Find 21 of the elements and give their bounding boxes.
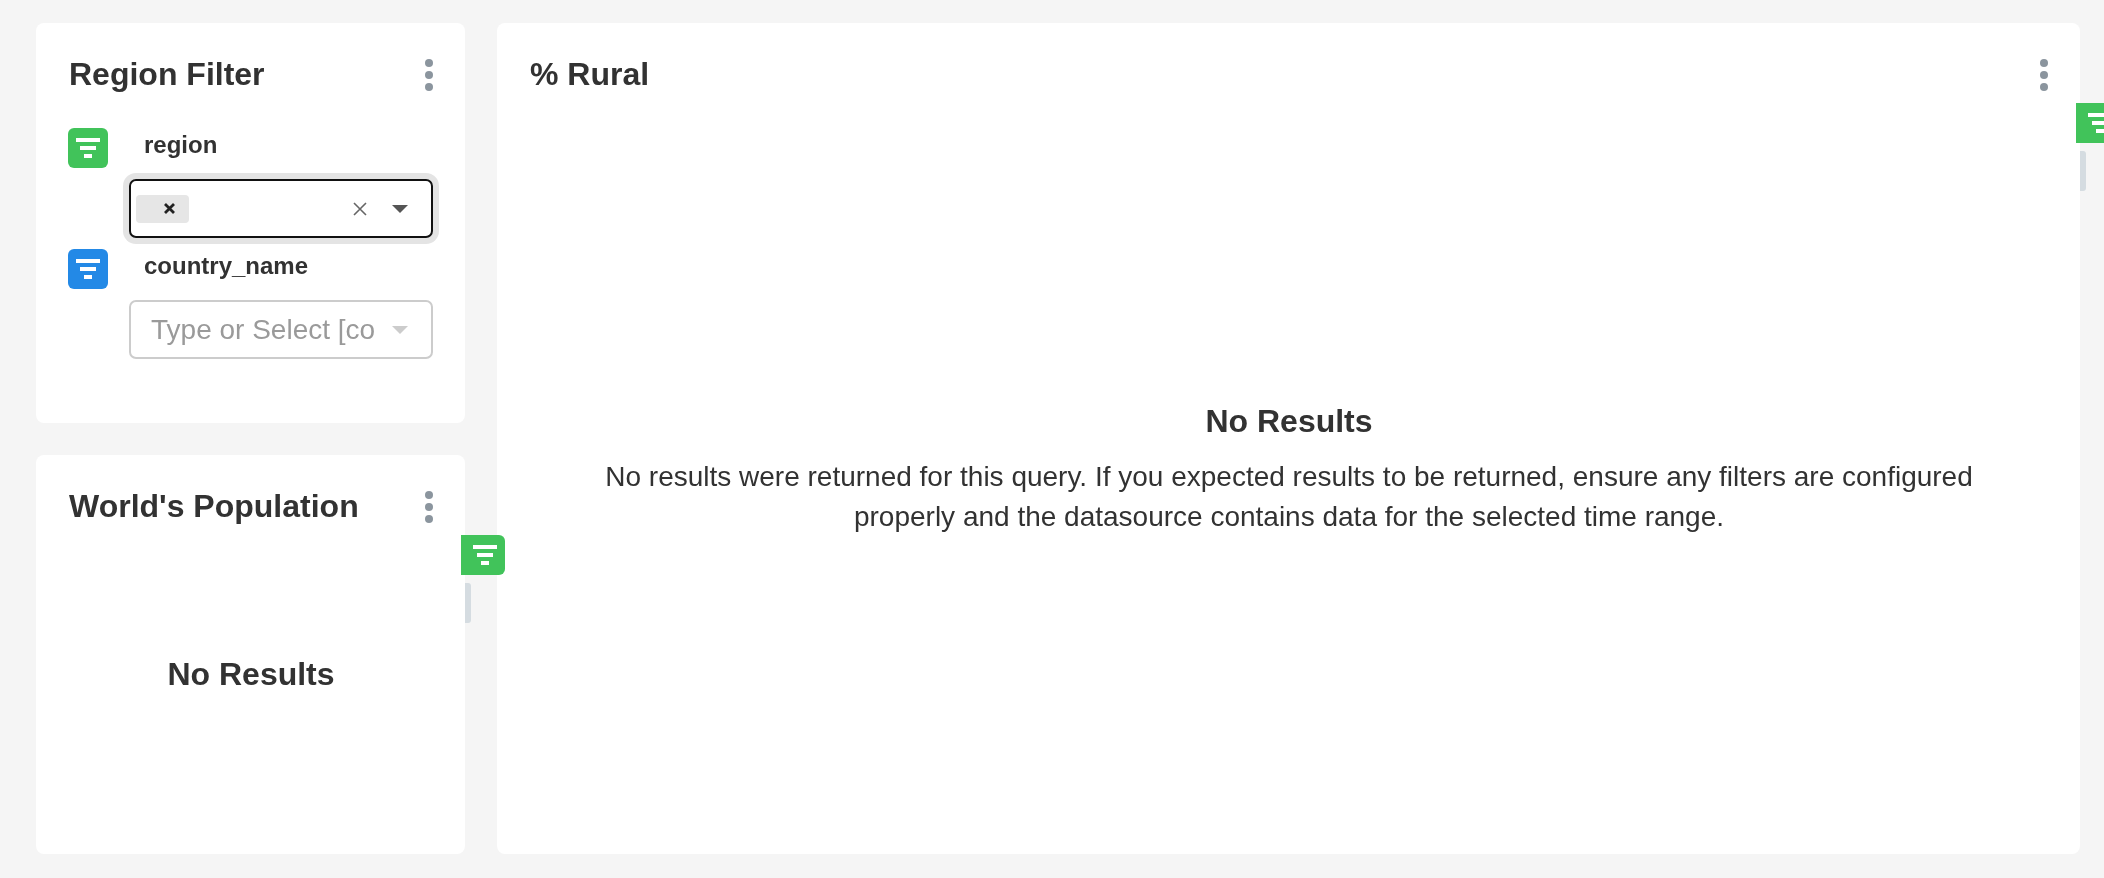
resize-handle[interactable] <box>465 583 471 623</box>
filter-icon <box>2088 113 2104 133</box>
card-title: Region Filter <box>69 56 265 93</box>
kebab-menu-icon[interactable] <box>425 58 433 91</box>
filter-label: country_name <box>144 251 309 281</box>
filter-indicator[interactable] <box>2076 103 2104 143</box>
filter-icon <box>473 545 497 565</box>
resize-handle[interactable] <box>2080 151 2086 191</box>
empty-state-message: No results were returned for this query. If you expected results to be returned, ensure any filters are configured properly and the datasource contains data for the selected time range. <box>604 459 1974 534</box>
select-field[interactable]: Type or Select [co <box>129 300 433 359</box>
card-title: World's Population <box>69 488 359 525</box>
kebab-menu-icon[interactable] <box>425 490 433 523</box>
caret-icon[interactable] <box>392 204 408 213</box>
filter-label: region <box>144 130 218 160</box>
empty-state-title: No Results <box>167 656 335 693</box>
remove-icon[interactable] <box>163 202 176 215</box>
empty-state-title: No Results <box>1204 402 1374 440</box>
kebab-menu-icon[interactable] <box>2040 58 2048 91</box>
filter-indicator[interactable] <box>461 535 505 575</box>
card-title: % Rural <box>530 56 650 93</box>
clear-icon[interactable] <box>353 201 367 216</box>
